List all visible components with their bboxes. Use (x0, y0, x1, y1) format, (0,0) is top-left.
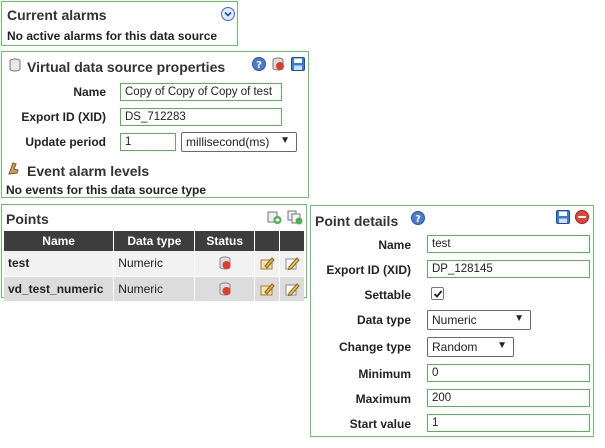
maximum-input[interactable]: 200 (427, 389, 590, 407)
point-edit-cell[interactable] (254, 276, 280, 302)
status-disabled-icon[interactable] (217, 255, 233, 271)
svg-text:?: ? (256, 60, 262, 71)
svg-text:?: ? (415, 214, 421, 225)
point-name-cell[interactable]: vd_test_numeric (4, 276, 115, 302)
current-alarms-title: Current alarms (7, 7, 107, 23)
event-levels-title: Event alarm levels (27, 163, 150, 179)
save-icon[interactable] (290, 56, 306, 72)
event-levels-icon (8, 162, 19, 175)
col-edit2-header (279, 231, 304, 251)
point-xid-label: Export ID (XID) (326, 263, 411, 277)
current-alarms-panel: Current alarms No active alarms for this… (1, 1, 238, 46)
update-period-unit-value: millisecond(ms) (186, 135, 270, 149)
change-type-value: Random (432, 340, 478, 354)
col-datatype-header[interactable]: Data type (113, 231, 196, 251)
dropdown-arrow-icon: ▼ (514, 313, 524, 324)
col-name-header[interactable]: Name (4, 231, 115, 251)
settable-label: Settable (364, 288, 411, 302)
ds-properties-title: Virtual data source properties (27, 59, 226, 75)
update-period-unit-select[interactable]: millisecond(ms) ▼ (181, 132, 297, 152)
settings-icon[interactable] (259, 255, 275, 271)
point-name-label: Name (378, 238, 411, 252)
minimum-label: Minimum (358, 367, 411, 381)
update-period-label: Update period (25, 135, 106, 149)
edit-icon[interactable] (284, 255, 300, 271)
table-row[interactable]: vd_test_numeric Numeric (4, 276, 304, 302)
no-alarms-message: No active alarms for this data source (7, 29, 218, 43)
checkmark-icon (433, 290, 443, 298)
delete-icon[interactable] (574, 209, 590, 225)
data-type-label: Data type (356, 313, 411, 327)
help-icon[interactable]: ? (251, 56, 267, 72)
point-name-cell[interactable]: test (4, 251, 115, 277)
status-disabled-icon[interactable] (217, 281, 233, 297)
add-point-icon[interactable] (266, 209, 282, 225)
point-status-cell[interactable] (194, 251, 255, 277)
save-icon[interactable] (555, 209, 571, 225)
point-status-cell[interactable] (194, 276, 255, 302)
point-datatype-cell: Numeric (113, 251, 196, 277)
copy-point-icon[interactable] (287, 209, 303, 225)
settings-icon[interactable] (259, 281, 275, 297)
disable-icon[interactable] (270, 56, 286, 72)
ds-xid-input[interactable]: DS_712283 (120, 108, 282, 126)
maximum-label: Maximum (355, 392, 411, 406)
points-table: Name Data type Status test Numeric vd_te… (4, 231, 304, 302)
start-value-label: Start value (349, 417, 411, 431)
ds-xid-label: Export ID (XID) (21, 110, 106, 124)
point-edit2-cell[interactable] (279, 251, 304, 277)
dropdown-arrow-icon: ▼ (497, 340, 507, 351)
points-panel: Points Name Data type Status test Numeri… (1, 204, 307, 302)
point-edit-cell[interactable] (254, 251, 280, 277)
point-edit2-cell[interactable] (279, 276, 304, 302)
point-name-input[interactable]: test (427, 235, 590, 253)
settable-checkbox[interactable] (431, 287, 444, 300)
data-type-select[interactable]: Numeric ▼ (427, 310, 531, 330)
point-xid-input[interactable]: DP_128145 (427, 260, 590, 278)
col-edit-header (254, 231, 280, 251)
point-details-panel: Point details ? Name test Export ID (XID… (310, 205, 594, 437)
update-period-input[interactable]: 1 (120, 133, 176, 151)
ds-name-input[interactable]: Copy of Copy of Copy of test (120, 83, 282, 101)
no-events-message: No events for this data source type (6, 183, 207, 197)
ds-name-label: Name (73, 85, 106, 99)
data-source-properties-panel: Virtual data source properties ? Name Co… (1, 51, 309, 198)
help-icon[interactable]: ? (410, 210, 426, 226)
table-row[interactable]: test Numeric (4, 251, 304, 277)
edit-icon[interactable] (284, 281, 300, 297)
change-type-select[interactable]: Random ▼ (427, 337, 514, 357)
point-datatype-cell: Numeric (113, 276, 196, 302)
point-details-title: Point details (315, 213, 399, 229)
col-status-header[interactable]: Status (194, 231, 255, 251)
points-title: Points (6, 211, 49, 227)
minimum-input[interactable]: 0 (427, 364, 590, 382)
dropdown-arrow-icon: ▼ (280, 135, 290, 146)
data-source-icon (9, 58, 21, 72)
collapse-icon[interactable] (220, 6, 236, 22)
start-value-input[interactable]: 1 (427, 414, 590, 432)
change-type-label: Change type (338, 340, 411, 354)
data-type-value: Numeric (432, 313, 477, 327)
